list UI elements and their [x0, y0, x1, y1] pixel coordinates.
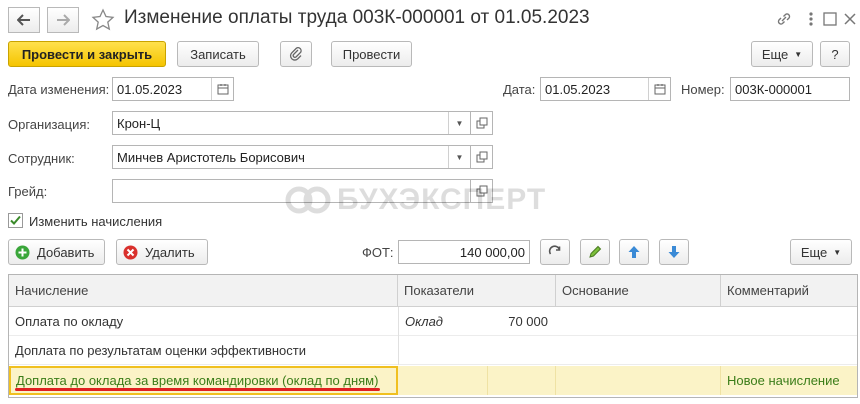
indicator-value-cell: 70 000	[508, 314, 548, 329]
basis-cell	[556, 307, 721, 336]
arrow-left-icon	[17, 14, 30, 26]
table-header: Начисление Показатели Основание Коммента…	[9, 275, 857, 307]
number-value: 003К-000001	[735, 81, 812, 97]
basis-cell	[556, 336, 721, 365]
table-row-selected[interactable]: Доплата до оклада за время командировки …	[9, 366, 857, 395]
close-icon[interactable]	[842, 10, 858, 28]
open-employee-button[interactable]	[471, 145, 493, 169]
date-field[interactable]: 01.05.2023	[540, 77, 671, 101]
arrow-up-icon	[628, 246, 640, 258]
fot-value: 140 000,00	[459, 244, 525, 260]
indicator-value-cell	[488, 366, 556, 395]
number-label: Номер:	[681, 82, 725, 97]
change-date-field[interactable]: 01.05.2023	[112, 77, 234, 101]
open-form-icon	[476, 117, 487, 129]
add-button[interactable]: Добавить	[8, 239, 105, 265]
employee-value: Минчев Аристотель Борисович	[117, 149, 305, 165]
indicator-value-cell	[488, 336, 556, 365]
date-label: Дата:	[503, 82, 536, 97]
chevron-down-icon: ▼	[833, 247, 842, 257]
column-header-comment[interactable]: Комментарий	[721, 275, 857, 306]
arrow-right-icon	[57, 14, 70, 26]
table-more-button[interactable]: Еще ▼	[790, 239, 852, 265]
organization-field[interactable]: Крон-Ц ▼	[112, 111, 471, 135]
dropdown-arrow-icon[interactable]: ▼	[448, 146, 470, 168]
change-accruals-label: Изменить начисления	[29, 214, 163, 229]
accrual-cell: Оплата по окладу	[15, 314, 124, 329]
back-button[interactable]	[8, 7, 40, 33]
column-header-accrual[interactable]: Начисление	[9, 275, 398, 306]
organization-value: Крон-Ц	[117, 115, 161, 131]
employee-field[interactable]: Минчев Аристотель Борисович ▼	[112, 145, 471, 169]
table-row[interactable]: Оплата по окладу Оклад 70 000	[9, 307, 857, 336]
link-icon[interactable]	[775, 10, 793, 28]
paperclip-icon	[289, 47, 302, 61]
post-button[interactable]: Провести	[331, 41, 412, 67]
help-button[interactable]: ?	[820, 41, 850, 67]
edit-button[interactable]	[580, 239, 610, 265]
organization-label: Организация:	[8, 117, 91, 132]
chevron-down-icon: ▼	[794, 49, 803, 59]
checkmark-icon	[10, 215, 21, 225]
watermark-text: БУХЭКСПЕРТ	[337, 183, 547, 216]
add-label: Добавить	[37, 244, 95, 260]
column-header-indicators[interactable]: Показатели	[398, 275, 556, 306]
comment-cell: Новое начисление	[727, 373, 840, 388]
pencil-icon	[589, 245, 602, 258]
move-down-button[interactable]	[659, 239, 689, 265]
calendar-icon[interactable]	[211, 78, 233, 100]
fot-label: ФОТ:	[362, 245, 394, 260]
accrual-text: Доплата до оклада за время командировки …	[16, 373, 379, 388]
table-row[interactable]: Доплата по результатам оценки эффективно…	[9, 336, 857, 365]
table-more-label: Еще	[800, 244, 828, 260]
page-title: Изменение оплаты труда 003К-000001 от 01…	[124, 7, 590, 28]
date-value: 01.05.2023	[545, 81, 611, 97]
arrow-down-icon	[668, 246, 680, 258]
fot-field: 140 000,00	[398, 240, 530, 264]
refresh-icon	[548, 245, 561, 255]
attach-button[interactable]	[280, 41, 312, 67]
grade-label: Грейд:	[8, 184, 48, 199]
accruals-table: Начисление Показатели Основание Коммента…	[8, 274, 858, 398]
open-form-icon	[476, 151, 487, 163]
watermark: БУХЭКСПЕРТ	[285, 182, 546, 218]
calendar-icon[interactable]	[648, 78, 670, 100]
dropdown-arrow-icon[interactable]: ▼	[448, 112, 470, 134]
more-button[interactable]: Еще ▼	[751, 41, 813, 67]
indicator-name-cell	[398, 366, 488, 395]
more-label: Еще	[761, 46, 789, 62]
change-accruals-checkbox[interactable]	[8, 213, 23, 228]
move-up-button[interactable]	[619, 239, 649, 265]
forward-button[interactable]	[47, 7, 79, 33]
change-date-value: 01.05.2023	[117, 81, 183, 97]
basis-cell	[556, 366, 721, 395]
indicator-name-cell: Оклад	[398, 307, 488, 336]
number-field[interactable]: 003К-000001	[730, 77, 850, 101]
post-and-close-button[interactable]: Провести и закрыть	[8, 41, 166, 67]
indicator-name-cell	[398, 336, 488, 365]
delete-label: Удалить	[145, 244, 195, 260]
change-date-label: Дата изменения:	[8, 82, 110, 97]
accrual-cell: Доплата по результатам оценки эффективно…	[15, 343, 307, 358]
comment-cell	[721, 307, 857, 336]
red-underline	[15, 388, 380, 391]
save-button[interactable]: Записать	[177, 41, 259, 67]
add-icon	[15, 245, 30, 259]
delete-icon	[123, 245, 138, 259]
open-organization-button[interactable]	[471, 111, 493, 135]
refresh-button[interactable]	[540, 239, 570, 265]
comment-cell	[721, 336, 857, 365]
favorite-star-icon[interactable]	[90, 7, 116, 33]
watermark-logo-icon	[285, 186, 331, 214]
delete-button[interactable]: Удалить	[116, 239, 208, 265]
more-menu-icon[interactable]	[806, 10, 816, 28]
employee-label: Сотрудник:	[8, 151, 75, 166]
maximize-icon[interactable]	[822, 10, 838, 28]
column-header-basis[interactable]: Основание	[556, 275, 721, 306]
